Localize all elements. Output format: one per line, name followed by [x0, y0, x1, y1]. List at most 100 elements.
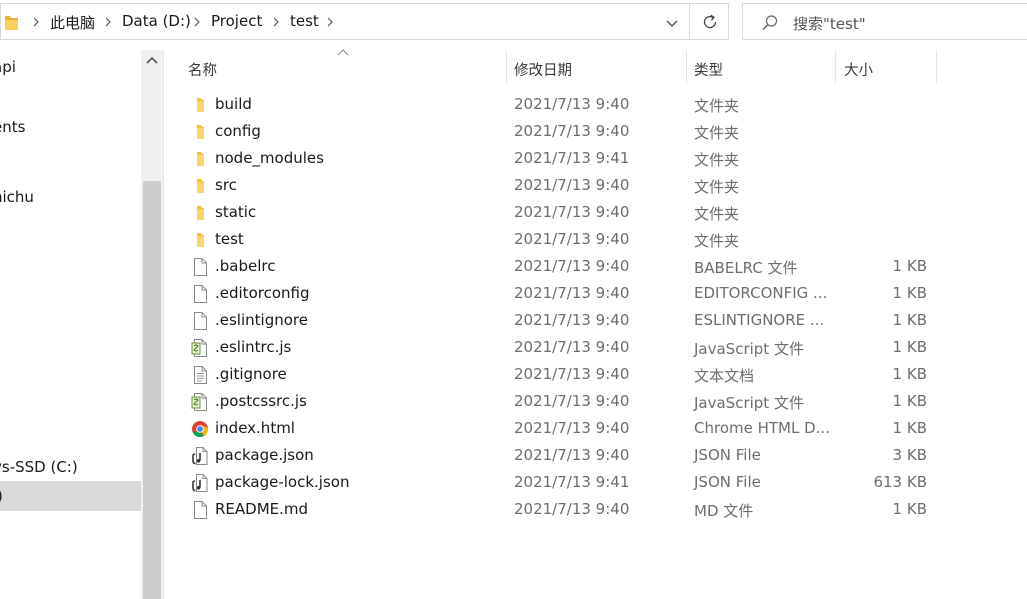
column-header-type[interactable]: 类型: [694, 59, 723, 80]
folder-icon: [191, 230, 209, 250]
file-size: 1 KB: [892, 284, 927, 302]
file-date-modified: 2021/7/13 9:40: [514, 122, 630, 140]
file-date-modified: 2021/7/13 9:40: [514, 311, 630, 329]
nav-item-api[interactable]: api: [0, 58, 16, 76]
refresh-icon: [703, 14, 717, 29]
file-size: 1 KB: [892, 392, 927, 410]
file-row[interactable]: static 2021/7/13 9:40 文件夹: [164, 199, 1027, 226]
script-file-icon: [191, 338, 209, 358]
nav-item-user[interactable]: nichu: [0, 188, 34, 206]
breadcrumb-this-pc[interactable]: 此电脑: [50, 12, 95, 33]
breadcrumb-data-drive[interactable]: Data (D:): [122, 12, 191, 30]
chevron-down-icon[interactable]: [661, 13, 683, 33]
sort-ascending-icon: [337, 49, 349, 56]
navigation-pane[interactable]: api ents nichu vs-SSD (C:) ): [0, 50, 163, 599]
chevron-right-icon[interactable]: [271, 13, 281, 31]
file-date-modified: 2021/7/13 9:40: [514, 284, 630, 302]
file-row[interactable]: src 2021/7/13 9:40 文件夹: [164, 172, 1027, 199]
scroll-up-icon[interactable]: [146, 56, 158, 66]
file-row[interactable]: README.md 2021/7/13 9:40 MD 文件 1 KB: [164, 496, 1027, 523]
chevron-right-icon[interactable]: [103, 13, 113, 31]
column-header-size[interactable]: 大小: [844, 59, 873, 80]
file-row[interactable]: build 2021/7/13 9:40 文件夹: [164, 91, 1027, 118]
blank-file-icon: [191, 284, 209, 304]
file-date-modified: 2021/7/13 9:40: [514, 176, 630, 194]
file-name[interactable]: static: [215, 203, 256, 221]
file-size: 1 KB: [892, 338, 927, 356]
file-date-modified: 2021/7/13 9:41: [514, 473, 630, 491]
search-placeholder: 搜索"test": [793, 15, 866, 33]
file-row[interactable]: node_modules 2021/7/13 9:41 文件夹: [164, 145, 1027, 172]
file-name[interactable]: build: [215, 95, 252, 113]
file-name[interactable]: package.json: [215, 446, 314, 464]
file-size: 1 KB: [892, 311, 927, 329]
column-headers: 名称 修改日期 类型 大小: [164, 49, 1027, 84]
file-size: 3 KB: [892, 446, 927, 464]
column-divider[interactable]: [506, 50, 507, 84]
file-type: JSON File: [694, 446, 761, 464]
chevron-right-icon[interactable]: [325, 13, 335, 31]
file-name[interactable]: config: [215, 122, 261, 140]
column-divider[interactable]: [835, 50, 836, 84]
file-name[interactable]: .editorconfig: [215, 284, 309, 302]
file-row[interactable]: config 2021/7/13 9:40 文件夹: [164, 118, 1027, 145]
breadcrumb-project[interactable]: Project: [211, 12, 262, 30]
file-date-modified: 2021/7/13 9:40: [514, 230, 630, 248]
column-header-name[interactable]: 名称: [188, 59, 217, 80]
nav-item-data-drive[interactable]: ): [0, 487, 3, 505]
file-type: JavaScript 文件: [694, 340, 804, 358]
file-type: 文件夹: [694, 178, 740, 196]
column-header-date[interactable]: 修改日期: [514, 59, 572, 80]
nav-item-documents[interactable]: ents: [0, 118, 25, 136]
file-row[interactable]: test 2021/7/13 9:40 文件夹: [164, 226, 1027, 253]
search-input[interactable]: 搜索"test": [742, 3, 1027, 40]
file-type: 文件夹: [694, 124, 740, 142]
file-row[interactable]: package.json 2021/7/13 9:40 JSON File 3 KB: [164, 442, 1027, 469]
file-row[interactable]: .babelrc 2021/7/13 9:40 BABELRC 文件 1 KB: [164, 253, 1027, 280]
chevron-right-icon[interactable]: [192, 13, 202, 31]
file-name[interactable]: index.html: [215, 419, 295, 437]
breadcrumb-test[interactable]: test: [290, 12, 319, 30]
file-type: 文件夹: [694, 151, 740, 169]
file-name[interactable]: .gitignore: [215, 365, 287, 383]
file-row[interactable]: .gitignore 2021/7/13 9:40 文本文档 1 KB: [164, 361, 1027, 388]
nav-scrollbar[interactable]: [141, 50, 163, 599]
file-row[interactable]: .eslintignore 2021/7/13 9:40 ESLINTIGNORE …: [164, 307, 1027, 334]
file-name[interactable]: .postcssrc.js: [215, 392, 307, 410]
file-name[interactable]: README.md: [215, 500, 308, 518]
file-type: ESLINTIGNORE ...: [694, 311, 825, 329]
file-name[interactable]: src: [215, 176, 237, 194]
file-type: 文本文档: [694, 367, 755, 385]
file-row[interactable]: index.html 2021/7/13 9:40 Chrome HTML D...…: [164, 415, 1027, 442]
file-row[interactable]: .eslintrc.js 2021/7/13 9:40 JavaScript 文件 1…: [164, 334, 1027, 361]
file-type: BABELRC 文件: [694, 259, 798, 277]
file-list[interactable]: 名称 修改日期 类型 大小 build 2021/7/13 9:40 文件夹 conf…: [164, 49, 1027, 599]
address-bar[interactable]: 此电脑 Data (D:) Project test: [0, 3, 690, 40]
json-file-icon: [191, 446, 209, 466]
file-date-modified: 2021/7/13 9:40: [514, 365, 630, 383]
file-row[interactable]: .editorconfig 2021/7/13 9:40 EDITORCONFIG …: [164, 280, 1027, 307]
file-type: Chrome HTML D...: [694, 419, 830, 437]
file-date-modified: 2021/7/13 9:40: [514, 392, 630, 410]
chrome-icon: [191, 419, 209, 439]
column-divider[interactable]: [686, 50, 687, 84]
column-divider[interactable]: [936, 50, 937, 84]
search-icon: [762, 15, 778, 30]
file-name[interactable]: .babelrc: [215, 257, 275, 275]
nav-scrollbar-thumb[interactable]: [143, 181, 161, 599]
nav-item-windows-ssd[interactable]: vs-SSD (C:): [0, 458, 78, 476]
file-name[interactable]: test: [215, 230, 244, 248]
file-type: EDITORCONFIG ...: [694, 284, 828, 302]
file-row[interactable]: .postcssrc.js 2021/7/13 9:40 JavaScript 文件…: [164, 388, 1027, 415]
file-name[interactable]: .eslintignore: [215, 311, 308, 329]
refresh-button[interactable]: [690, 3, 729, 40]
file-name[interactable]: .eslintrc.js: [215, 338, 291, 356]
chevron-right-icon[interactable]: [31, 13, 41, 31]
file-date-modified: 2021/7/13 9:40: [514, 500, 630, 518]
file-type: MD 文件: [694, 502, 754, 520]
folder-icon: [191, 149, 209, 169]
file-name[interactable]: node_modules: [215, 149, 324, 167]
file-row[interactable]: package-lock.json 2021/7/13 9:41 JSON File…: [164, 469, 1027, 496]
nav-selected-highlight: [0, 481, 141, 511]
file-name[interactable]: package-lock.json: [215, 473, 349, 491]
